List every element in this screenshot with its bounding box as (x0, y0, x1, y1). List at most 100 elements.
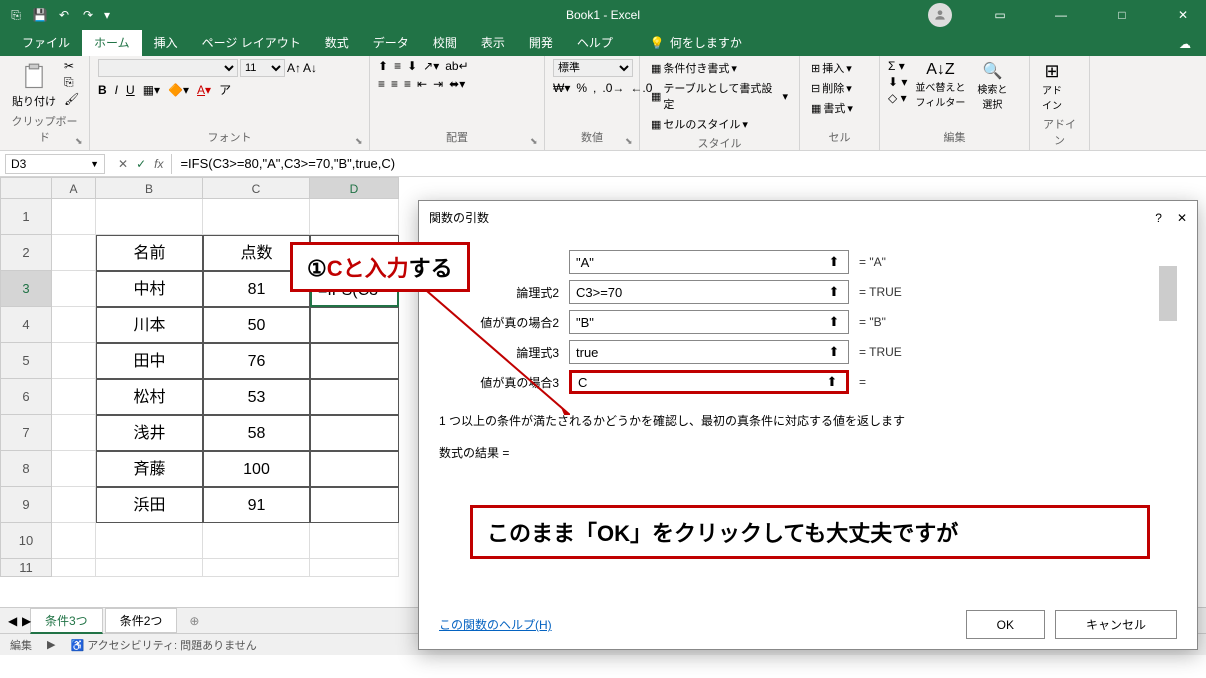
row-header[interactable]: 4 (0, 307, 52, 343)
cell[interactable] (96, 559, 203, 577)
cell[interactable]: 100 (203, 451, 310, 487)
row-header[interactable]: 7 (0, 415, 52, 451)
insert-cells-button[interactable]: ⊞ 挿入 ▾ (808, 59, 855, 77)
range-selector-icon[interactable]: ⬆ (826, 284, 842, 300)
autosum-icon[interactable]: Σ ▾ (888, 59, 907, 73)
qat-more-icon[interactable]: ▾ (104, 8, 110, 22)
row-header[interactable]: 9 (0, 487, 52, 523)
autosave-icon[interactable]: ⎘ (8, 7, 24, 23)
cell[interactable] (52, 199, 96, 235)
merge-icon[interactable]: ⬌▾ (449, 77, 465, 91)
align-bottom-icon[interactable]: ⬇ (407, 59, 417, 73)
cell[interactable] (52, 451, 96, 487)
cell[interactable] (310, 559, 399, 577)
align-top-icon[interactable]: ⬆ (378, 59, 388, 73)
copy-icon[interactable]: ⎘ (64, 75, 79, 90)
undo-icon[interactable]: ↶ (56, 7, 72, 23)
chevron-down-icon[interactable]: ▼ (90, 159, 99, 169)
increase-font-icon[interactable]: A↑ (287, 61, 301, 75)
clear-icon[interactable]: ◇ ▾ (888, 91, 907, 105)
arg-input[interactable]: true⬆ (569, 340, 849, 364)
minimize-button[interactable]: ― (1038, 0, 1084, 30)
range-selector-icon[interactable]: ⬆ (826, 314, 842, 330)
select-all-corner[interactable] (0, 177, 52, 199)
paste-button[interactable]: 貼り付け (8, 59, 60, 111)
cell[interactable] (52, 235, 96, 271)
cell[interactable]: 松村 (96, 379, 203, 415)
cell[interactable] (203, 199, 310, 235)
cell[interactable] (310, 343, 399, 379)
decrease-font-icon[interactable]: A↓ (303, 61, 317, 75)
find-select-button[interactable]: 🔍検索と 選択 (973, 59, 1011, 113)
enter-formula-icon[interactable]: ✓ (136, 157, 146, 171)
cell[interactable] (52, 343, 96, 379)
indent-inc-icon[interactable]: ⇥ (433, 77, 443, 91)
cell[interactable] (203, 559, 310, 577)
row-header[interactable]: 5 (0, 343, 52, 379)
cancel-button[interactable]: キャンセル (1055, 610, 1177, 639)
orientation-icon[interactable]: ↗▾ (423, 59, 439, 73)
indent-dec-icon[interactable]: ⇤ (417, 77, 427, 91)
font-color-icon[interactable]: A▾ (197, 83, 211, 97)
percent-icon[interactable]: % (576, 81, 587, 95)
col-header-c[interactable]: C (203, 177, 310, 199)
ribbon-display-icon[interactable]: ▭ (977, 0, 1023, 30)
format-painter-icon[interactable]: 🖌 (64, 92, 79, 106)
tab-data[interactable]: データ (361, 29, 421, 56)
cancel-formula-icon[interactable]: ✕ (118, 157, 128, 171)
wrap-text-icon[interactable]: ab↵ (445, 59, 468, 73)
sort-filter-button[interactable]: A↓Z並べ替えと フィルター (911, 59, 969, 111)
font-launcher[interactable]: ⬊ (355, 136, 367, 148)
cell[interactable] (310, 451, 399, 487)
font-size-combo[interactable]: 11 (240, 59, 285, 77)
cell[interactable] (310, 307, 399, 343)
sheet-tab-active[interactable]: 条件3つ (30, 608, 103, 634)
cell[interactable] (52, 307, 96, 343)
cell[interactable] (52, 523, 96, 559)
cell[interactable]: 53 (203, 379, 310, 415)
help-icon[interactable]: ? (1155, 211, 1162, 225)
cell[interactable]: 91 (203, 487, 310, 523)
cell[interactable]: 川本 (96, 307, 203, 343)
align-launcher[interactable]: ⬊ (530, 136, 542, 148)
number-launcher[interactable]: ⬊ (625, 136, 637, 148)
row-header[interactable]: 6 (0, 379, 52, 415)
dialog-scrollbar[interactable] (1159, 266, 1177, 321)
fill-color-icon[interactable]: 🔶▾ (168, 83, 189, 97)
save-icon[interactable]: 💾 (32, 7, 48, 23)
dialog-close-icon[interactable]: ✕ (1177, 211, 1187, 225)
tab-formulas[interactable]: 数式 (313, 29, 361, 56)
inc-decimal-icon[interactable]: .0→ (602, 81, 624, 95)
cell[interactable] (310, 487, 399, 523)
font-name-combo[interactable] (98, 59, 238, 77)
arg-input-active[interactable]: C⬆ (569, 370, 849, 394)
cell[interactable]: 中村 (96, 271, 203, 307)
close-button[interactable]: ✕ (1160, 0, 1206, 30)
comma-icon[interactable]: , (593, 81, 596, 95)
italic-button[interactable]: I (115, 83, 118, 97)
cell[interactable]: 58 (203, 415, 310, 451)
align-center-icon[interactable]: ≡ (391, 77, 398, 91)
tab-review[interactable]: 校閲 (421, 29, 469, 56)
tab-layout[interactable]: ページ レイアウト (190, 29, 313, 56)
tab-dev[interactable]: 開発 (517, 29, 565, 56)
function-help-link[interactable]: この関数のヘルプ(H) (439, 616, 552, 633)
cell[interactable] (310, 523, 399, 559)
align-middle-icon[interactable]: ≡ (394, 59, 401, 73)
conditional-format-button[interactable]: ▦ 条件付き書式 ▾ (648, 59, 740, 77)
row-header[interactable]: 8 (0, 451, 52, 487)
cell[interactable] (96, 523, 203, 559)
col-header-b[interactable]: B (96, 177, 203, 199)
cell[interactable]: 76 (203, 343, 310, 379)
cell[interactable] (310, 379, 399, 415)
cell[interactable] (310, 199, 399, 235)
tab-view[interactable]: 表示 (469, 29, 517, 56)
format-table-button[interactable]: ▦ テーブルとして書式設定 ▾ (648, 79, 791, 113)
sheet-nav-next-icon[interactable]: ▶ (22, 614, 31, 628)
delete-cells-button[interactable]: ⊟ 削除 ▾ (808, 79, 855, 97)
range-selector-icon[interactable]: ⬆ (826, 254, 842, 270)
share-button[interactable]: ☁ (1174, 32, 1196, 56)
fx-icon[interactable]: fx (154, 157, 163, 171)
cell[interactable]: 浜田 (96, 487, 203, 523)
underline-button[interactable]: U (126, 83, 135, 97)
